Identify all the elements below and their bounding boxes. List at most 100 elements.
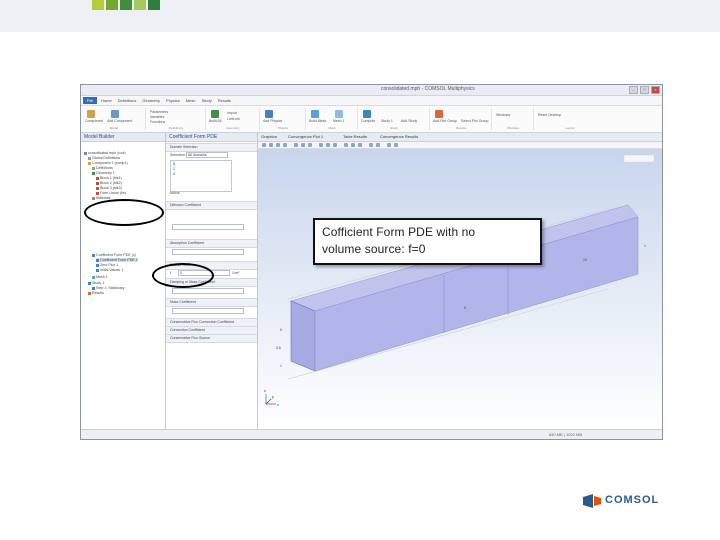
zoom-box-icon[interactable] xyxy=(276,143,280,147)
image-snapshot-icon[interactable] xyxy=(394,143,398,147)
lighting-icon[interactable] xyxy=(358,143,362,147)
minimize-button[interactable]: – xyxy=(629,86,638,94)
absorption-field[interactable] xyxy=(172,249,244,255)
tab-convergence-results[interactable]: Convergence Results xyxy=(380,134,418,139)
rotate-icon[interactable] xyxy=(301,143,305,147)
file-icon xyxy=(84,151,87,155)
zoom-in-icon[interactable] xyxy=(262,143,266,147)
tree-item-initial-values[interactable]: Initial Values 1 xyxy=(96,268,123,272)
build-all-button[interactable]: Build All xyxy=(209,119,221,123)
mesh-1-button[interactable]: Mesh 1 xyxy=(333,119,344,123)
section-absorption[interactable]: Absorption Coefficient xyxy=(166,239,257,248)
file-menu-button[interactable]: File xyxy=(83,97,97,104)
transparency-icon[interactable] xyxy=(351,143,355,147)
tab-study[interactable]: Study xyxy=(201,97,211,104)
variables-button[interactable]: Variables xyxy=(150,115,164,119)
study-1-button[interactable]: Study 1 xyxy=(381,119,393,123)
mass-field[interactable] xyxy=(172,308,244,314)
tree-item-block-1[interactable]: Block 1 (blk1) xyxy=(96,176,122,180)
reset-view-icon[interactable] xyxy=(376,143,380,147)
compute-icon[interactable] xyxy=(363,110,371,118)
livelink-button[interactable]: LiveLink xyxy=(227,117,240,121)
add-component-button[interactable]: Add Component xyxy=(107,119,132,123)
component-icon[interactable] xyxy=(87,110,95,118)
component-button[interactable]: Component xyxy=(85,119,103,123)
view-yz-icon[interactable] xyxy=(326,143,330,147)
add-plot-group-button[interactable]: Add Plot Group xyxy=(433,119,457,123)
window-titlebar: consolidated.mph - COMSOL Multiphysics –… xyxy=(81,85,662,96)
plot-group-icon[interactable] xyxy=(435,110,443,118)
tree-item-study[interactable]: Study 1 xyxy=(88,281,104,285)
add-physics-icon[interactable] xyxy=(265,110,273,118)
tree-item-block-2[interactable]: Block 2 (blk2) xyxy=(96,181,122,185)
tab-physics[interactable]: Physics xyxy=(166,97,180,104)
graphics-canvas[interactable]: x y z 0 0.5 1 5 10 1 xyxy=(258,149,662,431)
tab-table-results[interactable]: Table Results xyxy=(343,134,367,139)
wireframe-icon[interactable] xyxy=(344,143,348,147)
build-mesh-button[interactable]: Build Mesh xyxy=(309,119,326,123)
parameters-button[interactable]: Parameters xyxy=(150,110,168,114)
mesh-icon[interactable] xyxy=(335,110,343,118)
domain-list-item[interactable]: 1 xyxy=(173,162,175,166)
tab-home[interactable]: Home xyxy=(101,97,112,104)
section-conservative-source[interactable]: Conservative Flux Source xyxy=(166,334,257,343)
tree-item-component[interactable]: Component 1 (comp1) xyxy=(88,161,128,165)
tree-item-mesh[interactable]: Mesh 1 xyxy=(92,275,108,279)
pan-icon[interactable] xyxy=(308,143,312,147)
functions-button[interactable]: Functions xyxy=(150,120,165,124)
damping-field[interactable] xyxy=(172,288,244,294)
tree-item-study-step[interactable]: Step 1: Stationary xyxy=(92,286,125,290)
tab-graphics[interactable]: Graphics xyxy=(261,134,277,139)
compute-button[interactable]: Compute xyxy=(361,119,375,123)
tree-item-form-union[interactable]: Form Union (fin) xyxy=(96,191,126,195)
add-component-icon[interactable] xyxy=(111,110,119,118)
reset-desktop-button[interactable]: Reset Desktop xyxy=(538,113,561,117)
tab-definitions[interactable]: Definitions xyxy=(118,97,137,104)
section-diffusion[interactable]: Diffusion Coefficient xyxy=(166,201,257,210)
tree-item-results[interactable]: Results xyxy=(88,291,104,295)
zoom-out-icon[interactable] xyxy=(269,143,273,147)
build-all-icon[interactable] xyxy=(211,110,219,118)
graphics-toolbar xyxy=(258,142,662,149)
diffusion-field[interactable] xyxy=(172,224,244,230)
select-plot-group-button[interactable]: Select Plot Group xyxy=(461,119,488,123)
physics-icon xyxy=(92,253,95,257)
tab-results[interactable]: Results xyxy=(218,97,231,104)
tree-item-zero-flux[interactable]: Zero Flux 1 xyxy=(96,263,118,267)
domain-list-item[interactable]: 3 xyxy=(173,172,175,176)
tree-item-root[interactable]: consolidated.mph (root) xyxy=(84,151,126,155)
tab-convergence-plot[interactable]: Convergence Plot 1 xyxy=(288,134,323,139)
select-icon[interactable] xyxy=(294,143,298,147)
active-label: Active xyxy=(170,191,180,195)
tab-mesh[interactable]: Mesh xyxy=(186,97,196,104)
graphics-panel: Graphics Convergence Plot 1 Table Result… xyxy=(258,133,662,431)
tab-geometry[interactable]: Geometry xyxy=(142,97,160,104)
domain-list[interactable]: 1 2 3 xyxy=(170,160,232,192)
tree-item-block-3[interactable]: Block 3 (blk3) xyxy=(96,186,122,190)
section-domain-selection[interactable]: Domain Selection xyxy=(166,143,257,152)
domain-list-item[interactable]: 2 xyxy=(173,167,175,171)
scene-light-icon[interactable] xyxy=(369,143,373,147)
windows-button[interactable]: Windows xyxy=(496,113,510,117)
annotation-callout: Cofficient Form PDE with no volume sourc… xyxy=(313,218,542,265)
tree-item-coefficient-pde-1[interactable]: Coefficient Form PDE 1 xyxy=(96,258,138,262)
tree-item-geometry[interactable]: Geometry 1 xyxy=(92,171,115,175)
definitions-icon xyxy=(92,166,95,170)
import-button[interactable]: Import xyxy=(227,111,237,115)
zoom-extents-icon[interactable] xyxy=(283,143,287,147)
ribbon-group-definitions: Parameters Variables Functions Definitio… xyxy=(147,108,206,130)
build-mesh-icon[interactable] xyxy=(311,110,319,118)
print-icon[interactable] xyxy=(387,143,391,147)
maximize-button[interactable]: □ xyxy=(640,86,649,94)
view-xy-icon[interactable] xyxy=(319,143,323,147)
tree-item-coefficient-pde[interactable]: Coefficient Form PDE (c) xyxy=(92,253,136,257)
add-physics-button[interactable]: Add Physics xyxy=(263,119,282,123)
tree-item-definitions[interactable]: Definitions xyxy=(92,166,113,170)
close-button[interactable]: × xyxy=(651,86,660,94)
add-study-button[interactable]: Add Study xyxy=(401,119,417,123)
y-axis-arrow xyxy=(265,398,272,405)
view-zx-icon[interactable] xyxy=(333,143,337,147)
tree-item-global-definitions[interactable]: Global Definitions xyxy=(88,156,120,160)
geometry-icon xyxy=(92,171,95,175)
section-mass[interactable]: Mass Coefficient xyxy=(166,298,257,307)
